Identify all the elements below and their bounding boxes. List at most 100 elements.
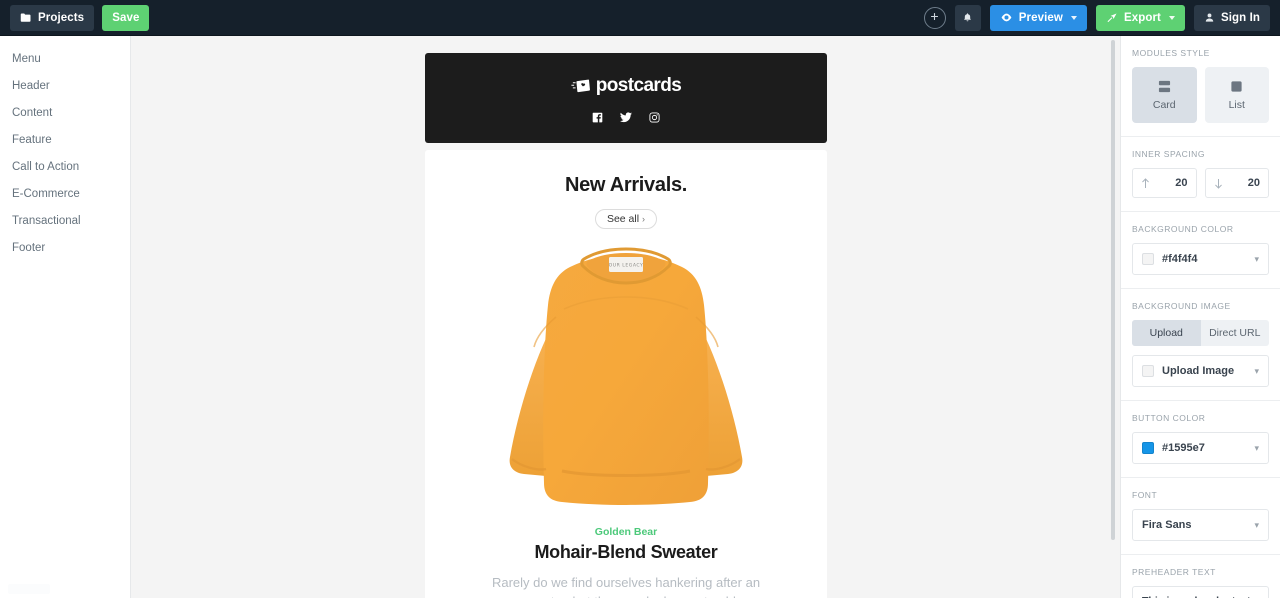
- preview-label: Preview: [1018, 11, 1063, 24]
- chevron-down-icon: [1168, 15, 1175, 20]
- preview-button[interactable]: Preview: [989, 4, 1087, 31]
- twitter-icon[interactable]: [620, 112, 632, 123]
- chevron-down-icon: ▾: [1254, 442, 1259, 453]
- background-image-label: BACKGROUND IMAGE: [1132, 301, 1231, 311]
- upload-image-swatch: [1142, 365, 1154, 377]
- sidebar-ghost-placeholder: [8, 584, 50, 594]
- background-image-section: BACKGROUND IMAGE Upload Direct URL Uploa…: [1121, 289, 1280, 401]
- see-all-button[interactable]: See all ›: [594, 209, 658, 229]
- see-all-label: See all: [606, 213, 640, 225]
- sidebar-item-label: Transactional: [12, 215, 81, 227]
- inner-spacing-section: INNER SPACING 20 20: [1121, 137, 1280, 212]
- inner-spacing-top-input[interactable]: 20: [1132, 168, 1197, 198]
- email-canvas: postcards New Arrivals. See all › OUR LE…: [131, 36, 1120, 598]
- chevron-right-icon: ›: [642, 214, 646, 224]
- projects-button[interactable]: Projects: [10, 4, 95, 31]
- top-toolbar: Projects Save Preview Export Sign In: [0, 0, 1280, 36]
- upload-image-value: Upload Image: [1162, 365, 1235, 377]
- inner-spacing-top-value: 20: [1175, 177, 1188, 189]
- folder-icon: [20, 12, 32, 24]
- projects-label: Projects: [38, 11, 85, 24]
- preheader-textarea[interactable]: This is preheader text. Some clients wil…: [1132, 586, 1269, 598]
- left-sidebar: Menu Header Content Feature Call to Acti…: [0, 36, 131, 598]
- tab-upload[interactable]: Upload: [1132, 320, 1201, 346]
- inner-spacing-bottom-input[interactable]: 20: [1204, 168, 1269, 198]
- sidebar-item-header[interactable]: Header: [0, 73, 130, 100]
- sidebar-item-label: Call to Action: [12, 161, 80, 173]
- sidebar-item-e-commerce[interactable]: E-Commerce: [0, 181, 130, 208]
- modules-style-card-option[interactable]: Card: [1132, 67, 1197, 123]
- background-color-label: BACKGROUND COLOR: [1132, 224, 1234, 234]
- postcards-logo-text: postcards: [595, 75, 682, 96]
- upload-image-field[interactable]: Upload Image ▾: [1132, 355, 1269, 387]
- sidebar-item-label: Header: [12, 80, 50, 92]
- plus-icon: [929, 11, 940, 22]
- svg-text:OUR LEGACY: OUR LEGACY: [609, 263, 644, 269]
- user-icon: [1204, 12, 1215, 23]
- sidebar-item-call-to-action[interactable]: Call to Action: [0, 154, 130, 181]
- bell-icon: [962, 12, 973, 24]
- modules-style-list-option[interactable]: List: [1204, 67, 1269, 123]
- inner-spacing-bottom-value: 20: [1247, 177, 1260, 189]
- preheader-label: PREHEADER TEXT: [1132, 567, 1216, 577]
- social-links: [425, 112, 827, 123]
- email-preview: postcards New Arrivals. See all › OUR LE…: [425, 53, 827, 598]
- product-image: OUR LEGACY: [496, 243, 756, 518]
- postcards-logo: postcards: [571, 75, 682, 97]
- tab-direct-url[interactable]: Direct URL: [1201, 320, 1270, 346]
- email-content-module[interactable]: New Arrivals. See all › OUR LEGACY Golde…: [425, 150, 827, 598]
- background-color-picker[interactable]: #f4f4f4 ▾: [1132, 243, 1269, 275]
- button-color-label: BUTTON COLOR: [1132, 413, 1206, 423]
- modules-style-label: MODULES STYLE: [1132, 48, 1210, 58]
- save-label: Save: [112, 11, 140, 24]
- font-select[interactable]: Fira Sans ▾: [1132, 509, 1269, 541]
- export-button[interactable]: Export: [1095, 4, 1185, 31]
- sidebar-item-label: Content: [12, 107, 53, 119]
- notifications-button[interactable]: [954, 4, 981, 31]
- sidebar-item-menu[interactable]: Menu: [0, 46, 130, 73]
- font-section: FONT Fira Sans ▾: [1121, 478, 1280, 555]
- modules-style-options: Card List: [1132, 67, 1269, 123]
- preheader-section: PREHEADER TEXT This is preheader text. S…: [1121, 555, 1280, 598]
- background-color-swatch: [1142, 253, 1154, 265]
- sidebar-item-transactional[interactable]: Transactional: [0, 208, 130, 235]
- font-label: FONT: [1132, 490, 1158, 500]
- toolbar-right-group: Preview Export Sign In: [923, 4, 1270, 31]
- signin-button[interactable]: Sign In: [1193, 4, 1270, 31]
- add-button[interactable]: [923, 6, 946, 29]
- button-color-section: BUTTON COLOR #1595e7 ▾: [1121, 401, 1280, 478]
- button-color-value: #1595e7: [1162, 442, 1205, 454]
- product-brand: Golden Bear: [594, 526, 658, 538]
- save-button[interactable]: Save: [102, 4, 150, 31]
- email-header-module[interactable]: postcards: [425, 53, 827, 143]
- signin-label: Sign In: [1220, 11, 1260, 24]
- font-value: Fira Sans: [1142, 519, 1192, 531]
- product-description: Rarely do we find ourselves hankering af…: [476, 575, 775, 598]
- email-headline: New Arrivals.: [564, 174, 688, 196]
- postcards-envelope-icon: [571, 78, 593, 94]
- chevron-down-icon: [1070, 15, 1077, 20]
- sidebar-item-label: Menu: [12, 53, 41, 65]
- modules-style-list-label: List: [1228, 98, 1245, 111]
- sidebar-item-label: E-Commerce: [12, 188, 80, 200]
- inner-spacing-inputs: 20 20: [1132, 168, 1269, 198]
- facebook-icon[interactable]: [592, 112, 603, 123]
- share-arrow-icon: [1106, 12, 1118, 24]
- chevron-down-icon: ▾: [1254, 519, 1259, 530]
- sidebar-item-content[interactable]: Content: [0, 100, 130, 127]
- arrow-up-icon: [1141, 177, 1150, 189]
- sidebar-item-label: Feature: [12, 134, 52, 146]
- background-color-section: BACKGROUND COLOR #f4f4f4 ▾: [1121, 212, 1280, 289]
- sidebar-item-label: Footer: [12, 242, 46, 254]
- instagram-icon[interactable]: [649, 112, 660, 123]
- sidebar-item-feature[interactable]: Feature: [0, 127, 130, 154]
- list-layout-icon: [1230, 80, 1243, 93]
- settings-panel: MODULES STYLE Card List INNER SPACING 20…: [1120, 36, 1280, 598]
- button-color-picker[interactable]: #1595e7 ▾: [1132, 432, 1269, 464]
- export-label: Export: [1123, 11, 1161, 24]
- canvas-scrollbar[interactable]: [1111, 40, 1115, 540]
- card-layout-icon: [1157, 80, 1172, 93]
- product-name: Mohair-Blend Sweater: [534, 542, 718, 562]
- modules-style-card-label: Card: [1152, 98, 1176, 111]
- sidebar-item-footer[interactable]: Footer: [0, 235, 130, 262]
